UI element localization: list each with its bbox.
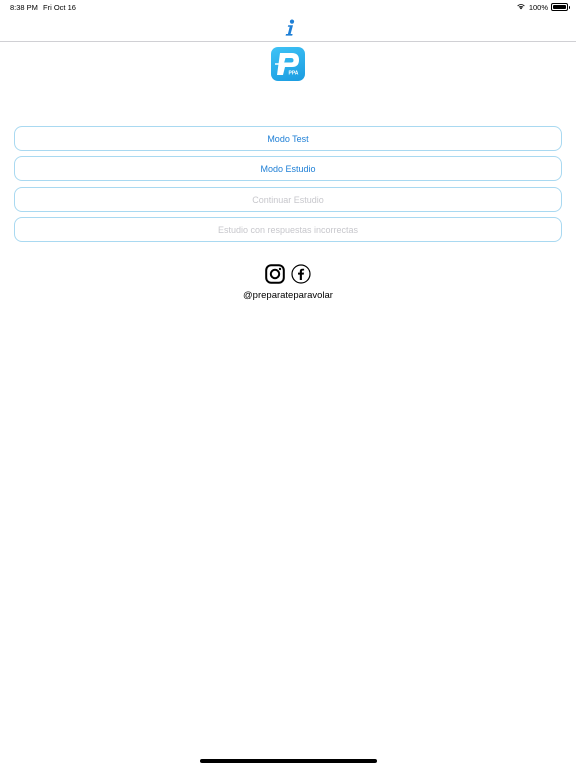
wifi-icon <box>516 2 526 12</box>
battery-level <box>553 5 566 9</box>
continuar-estudio-button[interactable]: Continuar Estudio <box>14 187 562 212</box>
home-indicator[interactable] <box>200 759 377 763</box>
app-screen: 8:38 PM Fri Oct 16 100% PPA Modo Test Mo… <box>0 0 576 768</box>
respuestas-incorrectas-button[interactable]: Estudio con respuestas incorrectas <box>14 217 562 242</box>
modo-test-button[interactable]: Modo Test <box>14 126 562 151</box>
status-time: 8:38 PM <box>10 3 38 12</box>
social-handle: @preparateparavolar <box>243 290 333 301</box>
status-bar: 8:38 PM Fri Oct 16 100% <box>0 0 576 14</box>
nav-bar <box>0 14 576 42</box>
battery-percent: 100% <box>528 2 548 12</box>
status-right: 100% <box>516 2 570 12</box>
app-logo: PPA <box>271 47 305 81</box>
status-date: Fri Oct 16 <box>43 3 76 12</box>
instagram-icon[interactable] <box>265 264 285 284</box>
modo-estudio-button[interactable]: Modo Estudio <box>14 156 562 181</box>
social-row <box>0 264 576 286</box>
logo-text: PPA <box>289 71 299 77</box>
info-button[interactable] <box>280 16 300 40</box>
facebook-icon[interactable] <box>291 264 311 284</box>
battery-icon <box>551 3 570 11</box>
info-icon <box>285 19 295 36</box>
